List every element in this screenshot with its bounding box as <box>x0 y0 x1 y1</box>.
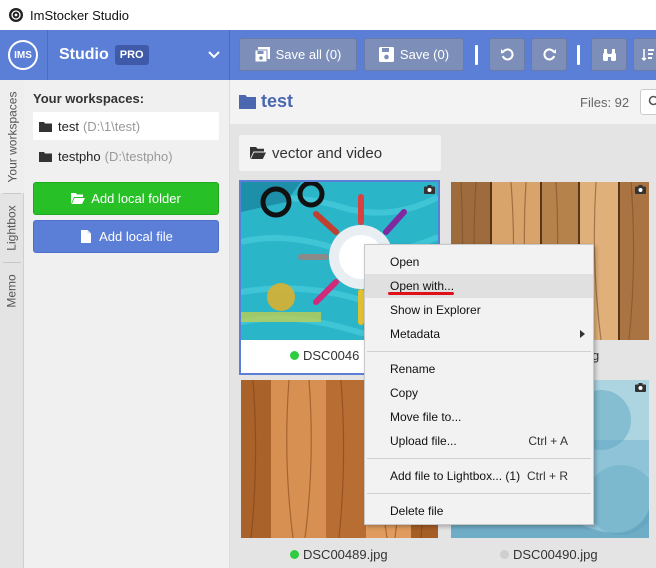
undo-button[interactable] <box>489 38 525 71</box>
add-local-folder-label: Add local folder <box>91 191 181 206</box>
menu-item-upload-file[interactable]: Upload file... Ctrl + A <box>365 429 593 453</box>
file-name: DSC00489.jpg <box>303 546 388 562</box>
folder-icon <box>239 95 256 109</box>
workspace-name: testpho <box>58 148 101 164</box>
folder-icon <box>39 121 52 132</box>
camera-icon <box>635 383 646 392</box>
submenu-arrow-icon <box>580 330 585 338</box>
toolbar-divider <box>577 45 580 65</box>
tab-lightbox[interactable]: Lightbox <box>0 194 24 262</box>
file-name: DSC00490.jpg <box>513 546 598 562</box>
menu-separator <box>367 458 591 459</box>
menu-item-open[interactable]: Open <box>365 250 593 274</box>
workspace-name: test <box>58 118 79 134</box>
file-caption: DSC00489.jpg <box>290 546 388 562</box>
camera-icon <box>424 185 435 194</box>
workspaces-heading: Your workspaces: <box>33 91 145 106</box>
studio-switcher[interactable]: IMS Studio PRO <box>0 30 230 80</box>
save-all-icon <box>254 47 270 62</box>
tab-memo[interactable]: Memo <box>0 263 24 318</box>
search-input[interactable] <box>640 89 656 115</box>
file-browser-header: test Files: 92 <box>230 80 656 124</box>
find-button[interactable] <box>591 38 627 71</box>
workspace-path: (D:\1\test) <box>82 118 141 134</box>
undo-icon <box>500 48 514 61</box>
menu-item-show-in-explorer[interactable]: Show in Explorer <box>365 298 593 322</box>
add-local-file-label: Add local file <box>99 229 173 244</box>
file-caption: DSC0046 <box>290 347 359 363</box>
status-dot <box>500 549 509 559</box>
app-header: IMS Studio PRO Save all (0) Save (0) <box>0 30 656 80</box>
add-local-file-button[interactable]: Add local file <box>33 220 219 253</box>
redo-icon <box>542 48 556 61</box>
folder-name: test <box>261 91 294 111</box>
highlight-underline <box>388 292 454 295</box>
subfolder-name: vector and video <box>272 144 383 162</box>
menu-item-add-to-lightbox[interactable]: Add file to Lightbox... (1) Ctrl + R <box>365 464 593 488</box>
tab-your-workspaces[interactable]: Your workspaces <box>0 80 24 193</box>
workspace-item-testpho[interactable]: testpho (D:\testpho) <box>33 142 219 170</box>
redo-button[interactable] <box>531 38 567 71</box>
brand-name: Studio <box>59 46 109 63</box>
tab-label: Your workspaces <box>5 91 19 182</box>
tab-label: Memo <box>5 273 19 308</box>
sort-button[interactable] <box>633 38 656 71</box>
sort-icon <box>640 49 654 62</box>
tab-label: Lightbox <box>5 205 19 251</box>
shortcut-label: Ctrl + A <box>528 434 568 448</box>
menu-item-delete-file[interactable]: Delete file <box>365 499 593 523</box>
file-caption: DSC00490.jpg <box>500 546 598 562</box>
subfolder-item[interactable]: vector and video <box>239 135 441 171</box>
ims-logo: IMS <box>8 40 38 70</box>
current-folder-title: test <box>239 91 293 112</box>
toolbar: Save all (0) Save (0) <box>230 30 656 80</box>
side-tabs: Your workspaces Lightbox Memo <box>0 80 24 568</box>
status-dot <box>290 350 299 360</box>
chevron-down-icon[interactable] <box>207 47 221 61</box>
save-all-button[interactable]: Save all (0) <box>239 38 357 71</box>
workspaces-panel: Your workspaces: test (D:\1\test) testph… <box>24 80 230 568</box>
toolbar-divider <box>475 45 478 65</box>
menu-item-metadata[interactable]: Metadata <box>365 322 593 346</box>
window-title: ImStocker Studio <box>30 7 129 23</box>
folder-open-icon <box>250 147 266 159</box>
title-bar: ImStocker Studio <box>0 0 656 30</box>
shortcut-label: Ctrl + R <box>526 469 568 483</box>
save-button[interactable]: Save (0) <box>364 38 464 71</box>
status-dot <box>290 549 299 559</box>
save-all-label: Save all (0) <box>275 47 342 62</box>
file-name: DSC0046 <box>303 347 360 363</box>
pro-badge: PRO <box>114 45 149 65</box>
menu-item-rename[interactable]: Rename <box>365 357 593 381</box>
save-icon <box>378 47 394 62</box>
workspace-item-test[interactable]: test (D:\1\test) <box>33 112 219 140</box>
folder-open-icon <box>71 193 86 204</box>
menu-item-move-file[interactable]: Move file to... <box>365 405 593 429</box>
search-icon <box>648 95 656 106</box>
menu-item-copy[interactable]: Copy <box>365 381 593 405</box>
file-icon <box>81 230 92 243</box>
context-menu: Open Open with... Show in Explorer Metad… <box>364 244 594 525</box>
binoculars-icon <box>602 49 616 61</box>
menu-separator <box>367 493 591 494</box>
folder-icon <box>39 151 52 162</box>
app-icon <box>9 8 23 22</box>
files-count: Files: 92 <box>580 95 630 110</box>
workspace-path: (D:\testpho) <box>104 148 173 164</box>
camera-icon <box>635 185 646 194</box>
add-local-folder-button[interactable]: Add local folder <box>33 182 219 215</box>
menu-separator <box>367 351 591 352</box>
brand-divider <box>47 30 48 80</box>
save-label: Save (0) <box>399 47 450 62</box>
